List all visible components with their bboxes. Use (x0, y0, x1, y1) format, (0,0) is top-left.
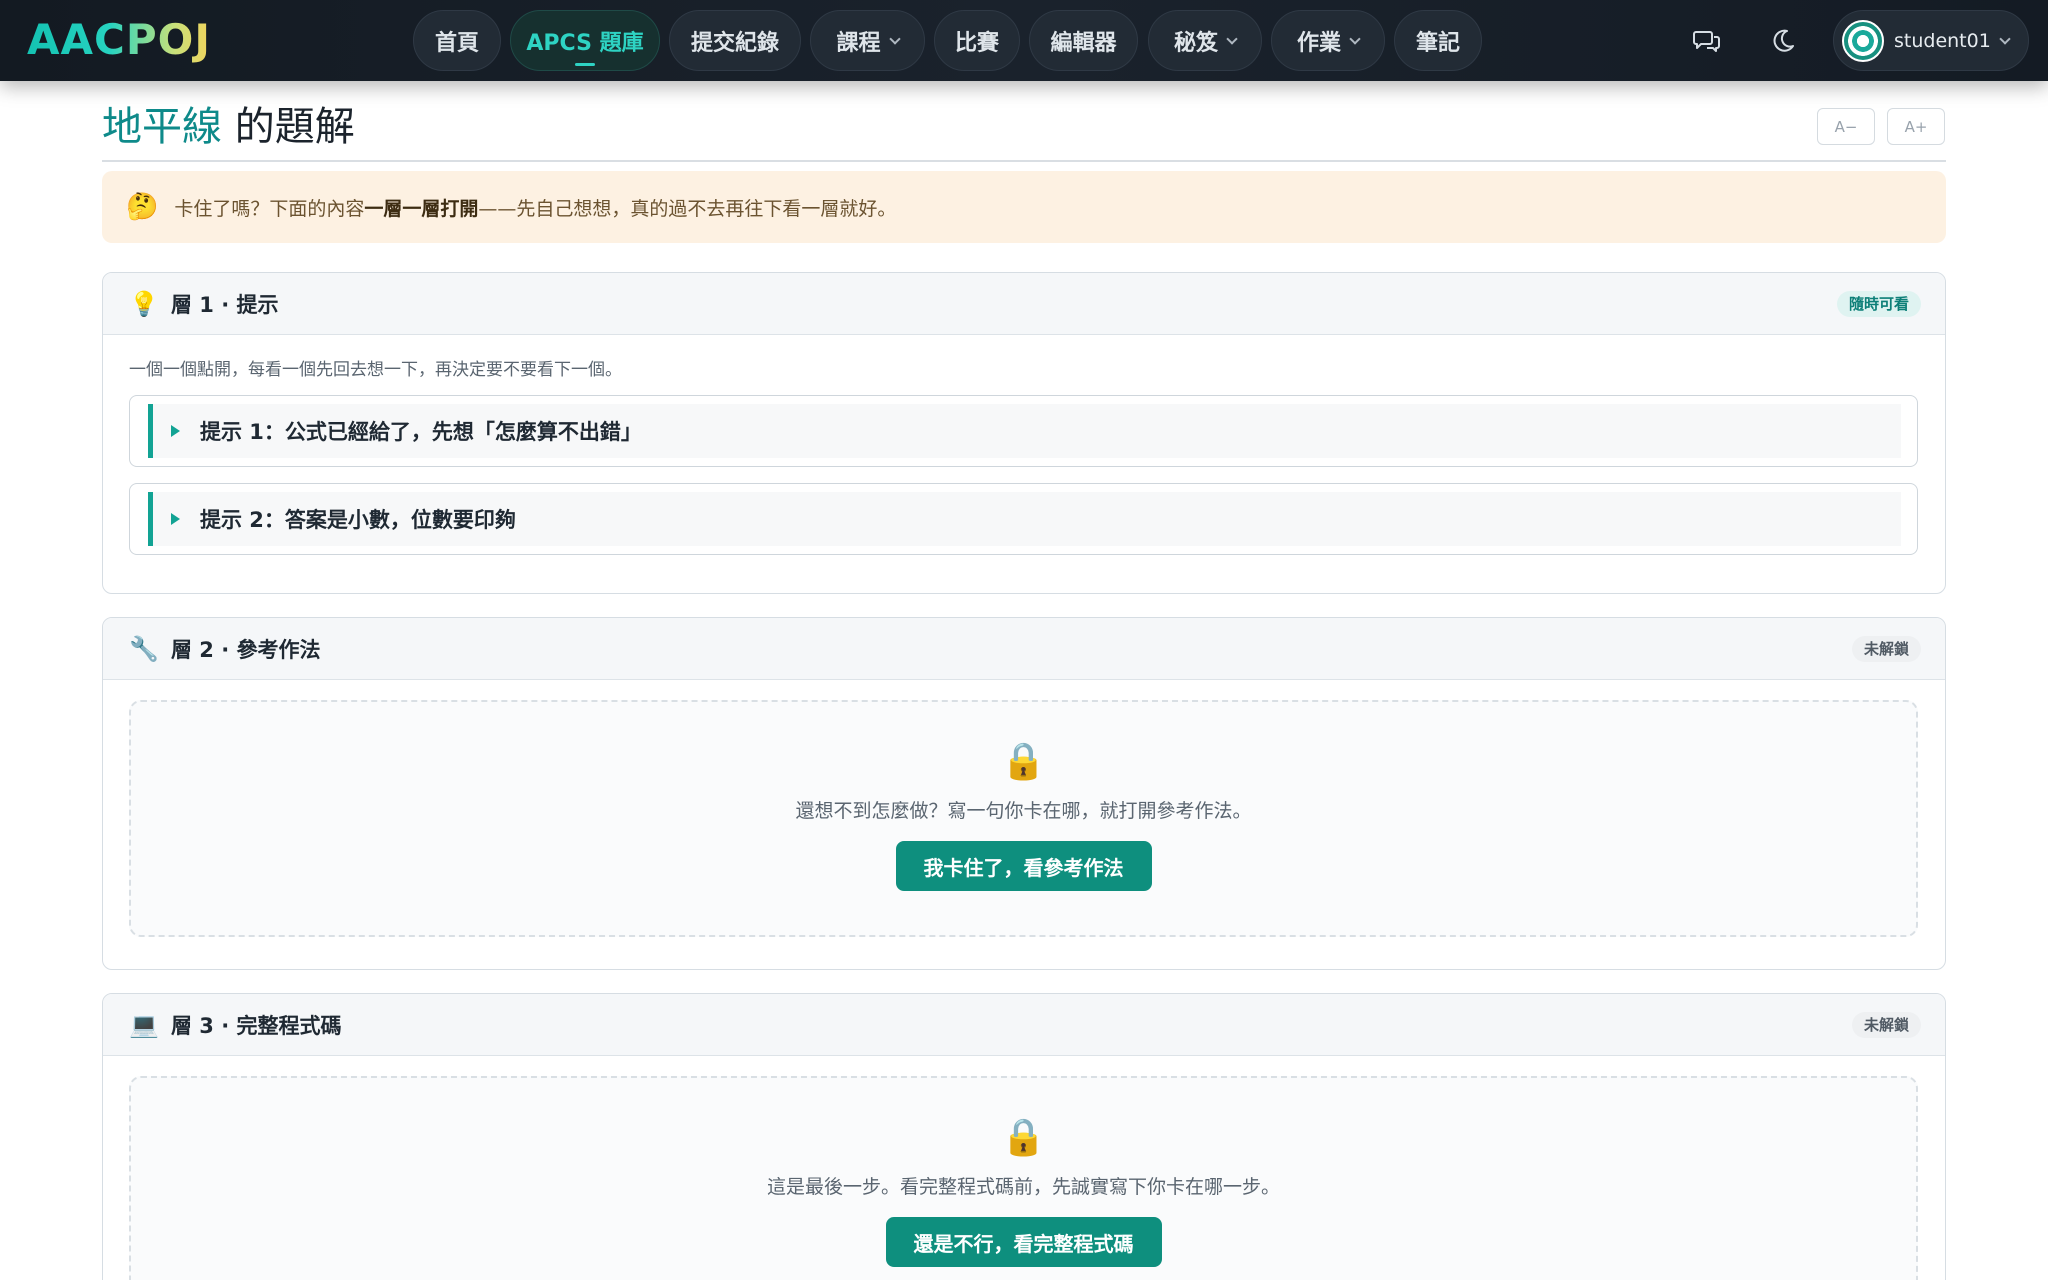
hint-2-label: 提示 2：答案是小數，位數要印夠 (200, 508, 516, 532)
chevron-down-icon (888, 32, 901, 45)
layer-1-title: 層 1 · 提示 (171, 292, 279, 317)
layer-2-approach-card: 🔧 層 2 · 參考作法 未解鎖 🔒 還想不到怎麼做？寫一句你卡在哪，就打開參考… (102, 617, 1946, 970)
nav-home[interactable]: 首頁 (413, 10, 501, 71)
username-label: student01 (1894, 29, 1991, 52)
layer-2-lock-text: 還想不到怎麼做？寫一句你卡在哪，就打開參考作法。 (795, 800, 1252, 822)
font-decrease-button[interactable]: A− (1817, 108, 1875, 145)
lock-icon: 🔒 (1001, 741, 1046, 782)
status-badge: 未解鎖 (1851, 1012, 1921, 1038)
nav-notes[interactable]: 筆記 (1394, 10, 1482, 71)
page-title: 地平線 的題解 (102, 102, 355, 152)
layer-3-header: 💻 層 3 · 完整程式碼 未解鎖 (103, 994, 1945, 1056)
nav-cheatsheet-label: 秘笈 (1173, 30, 1218, 56)
layer-1-intro: 一個一個點開，每看一個先回去想一下，再決定要不要看下一個。 (129, 360, 622, 380)
unlock-approach-button[interactable]: 我卡住了，看參考作法 (895, 841, 1152, 891)
page-title-suffix: 的題解 (222, 104, 355, 150)
layer-2-title: 層 2 · 參考作法 (171, 637, 321, 662)
nav-home-label: 首頁 (434, 30, 479, 56)
notice-text: 卡住了嗎？下面的內容一層一層打開——先自己想想，真的過不去再往下看一層就好。 (174, 197, 897, 220)
caret-right-icon (171, 425, 180, 437)
nav-courses-dropdown[interactable]: 課程 (810, 10, 925, 71)
nav-cheatsheet-dropdown[interactable]: 秘笈 (1148, 10, 1262, 71)
lock-icon: 🔒 (1001, 1117, 1046, 1158)
layer-2-header: 🔧 層 2 · 參考作法 未解鎖 (103, 618, 1945, 680)
chevron-down-icon (1226, 32, 1238, 45)
nav-editor-label: 編輯器 (1050, 30, 1117, 56)
layer-3-title: 層 3 · 完整程式碼 (171, 1013, 342, 1038)
nav-contests-label: 比賽 (954, 30, 999, 56)
nav-submissions-label: 提交紀錄 (690, 30, 779, 56)
light-bulb-icon: 💡 (129, 289, 159, 318)
hint-1-label: 提示 1：公式已經給了，先想「怎麼算不出錯」 (200, 420, 642, 444)
avatar (1842, 19, 1884, 62)
chat-icon[interactable] (1692, 26, 1722, 56)
nav-homework-dropdown[interactable]: 作業 (1271, 10, 1385, 71)
chevron-down-icon (1349, 32, 1361, 45)
hint-2-toggle[interactable]: 提示 2：答案是小數，位數要印夠 (129, 483, 1918, 555)
nav-homework-label: 作業 (1296, 30, 1341, 56)
laptop-icon: 💻 (129, 1010, 159, 1039)
nav-editor[interactable]: 編輯器 (1029, 10, 1138, 71)
nav-apcs-problems[interactable]: APCS 題庫 (510, 10, 660, 71)
problem-name-link[interactable]: 地平線 (102, 104, 222, 150)
user-menu-dropdown[interactable]: student01 (1833, 10, 2029, 71)
nav-notes-label: 筆記 (1415, 30, 1460, 56)
chevron-down-icon (1999, 32, 2011, 45)
caret-right-icon (171, 513, 180, 525)
thinking-face-icon: 🤔 (126, 192, 159, 222)
nav-contests[interactable]: 比賽 (934, 10, 1020, 71)
nav-courses-label: 課程 (836, 30, 881, 56)
layer-2-locked-panel: 🔒 還想不到怎麼做？寫一句你卡在哪，就打開參考作法。 我卡住了，看參考作法 (129, 700, 1918, 937)
layer-3-locked-panel: 🔒 這是最後一步。看完整程式碼前，先誠實寫下你卡在哪一步。 還是不行，看完整程式… (129, 1076, 1918, 1280)
nav-submissions[interactable]: 提交紀錄 (669, 10, 801, 71)
layer-3-code-card: 💻 層 3 · 完整程式碼 未解鎖 🔒 這是最後一步。看完整程式碼前，先誠實寫下… (102, 993, 1946, 1280)
status-badge: 未解鎖 (1851, 636, 1921, 662)
wrench-icon: 🔧 (129, 634, 159, 663)
site-logo[interactable]: AACPOJ (27, 16, 211, 64)
hint-1-toggle[interactable]: 提示 1：公式已經給了，先想「怎麼算不出錯」 (129, 395, 1918, 467)
top-navbar: AACPOJ 首頁 APCS 題庫 提交紀錄 課程 比賽 編輯器 秘笈 作業 筆… (0, 0, 2048, 81)
layer-1-hints-card: 💡 層 1 · 提示 隨時可看 一個一個點開，每看一個先回去想一下，再決定要不要… (102, 272, 1946, 594)
moon-icon[interactable] (1768, 26, 1798, 56)
layer-3-lock-text: 這是最後一步。看完整程式碼前，先誠實寫下你卡在哪一步。 (766, 1176, 1280, 1198)
nav-apcs-label: APCS 題庫 (526, 30, 644, 56)
font-increase-button[interactable]: A+ (1887, 108, 1945, 145)
unlock-code-button[interactable]: 還是不行，看完整程式碼 (885, 1217, 1162, 1267)
divider (102, 160, 1946, 162)
layer-1-header: 💡 層 1 · 提示 隨時可看 (103, 273, 1945, 335)
status-badge: 隨時可看 (1836, 291, 1921, 317)
notice-banner: 🤔 卡住了嗎？下面的內容一層一層打開——先自己想想，真的過不去再往下看一層就好。 (102, 171, 1946, 243)
